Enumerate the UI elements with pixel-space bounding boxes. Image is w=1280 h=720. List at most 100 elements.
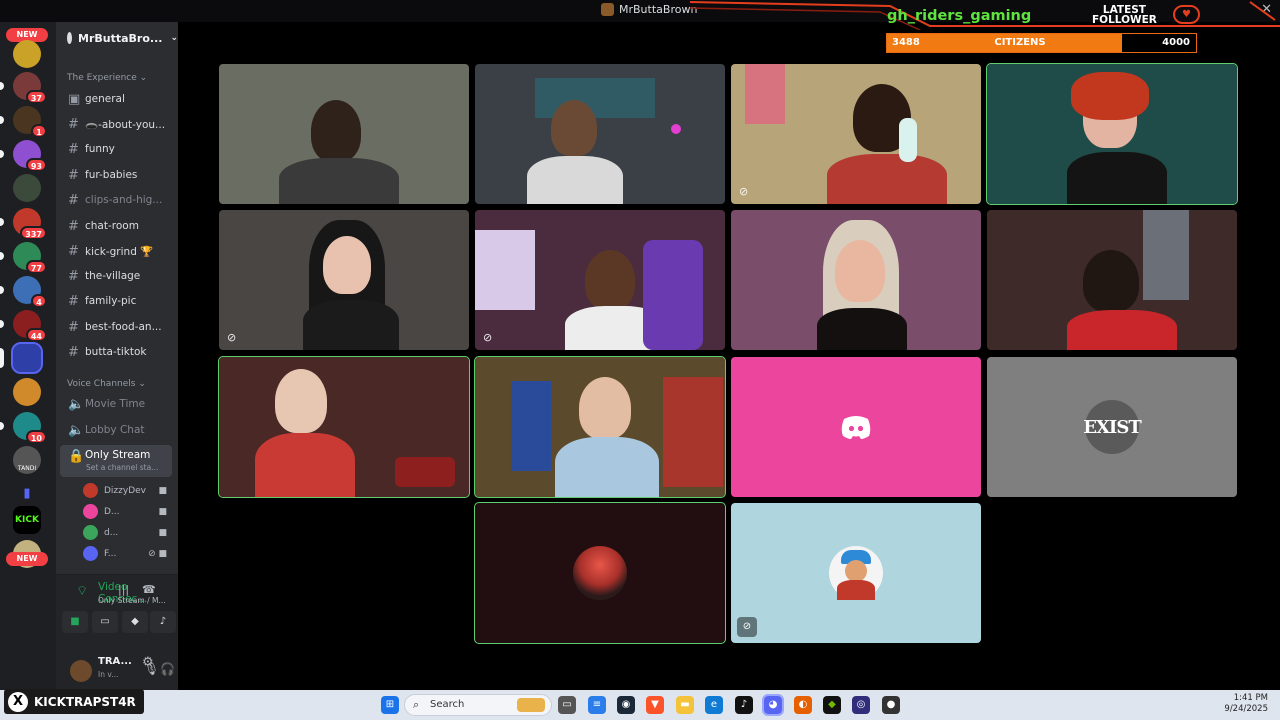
unread-badge: 37	[25, 90, 47, 104]
server-icon[interactable]	[13, 378, 41, 406]
category-label: Voice Channels	[67, 379, 136, 389]
channel-kick-grind[interactable]: # kick-grind 🏆	[60, 240, 172, 262]
avatar[interactable]	[70, 660, 92, 682]
camera-button[interactable]: ■	[62, 611, 88, 633]
server-icon-active[interactable]	[0, 342, 43, 374]
windows-start-icon[interactable]: ⊞	[381, 696, 399, 714]
category-header[interactable]: The Experience ⌄	[67, 73, 147, 83]
server-icon	[601, 3, 614, 16]
discord-taskbar-icon[interactable]: ◕	[762, 694, 784, 716]
video-tile-speaking[interactable]	[474, 356, 726, 498]
channel-the-village[interactable]: # the-village	[60, 265, 172, 287]
video-tile[interactable]	[987, 210, 1237, 350]
video-tile-speaking[interactable]	[218, 356, 470, 498]
video-tile[interactable]: ⊘	[731, 64, 981, 204]
video-tile-no-camera[interactable]	[731, 357, 981, 497]
hash-icon: #	[68, 293, 79, 309]
window-title-text: MrButtaBrown	[619, 3, 698, 16]
speaker-icon: 🔈	[68, 422, 85, 438]
noise-suppression-icon[interactable]: |||	[118, 583, 129, 596]
avatar	[83, 525, 98, 540]
edge-icon[interactable]: e	[705, 696, 723, 714]
category-header[interactable]: Voice Channels ⌄	[67, 379, 146, 389]
voice-channel-lobby-chat[interactable]: 🔈 Lobby Chat	[60, 419, 172, 441]
obs-icon[interactable]: ◎	[852, 696, 870, 714]
channel-fur-babies[interactable]: # fur-babies	[60, 164, 172, 186]
clock-time: 1:41 PM	[1233, 693, 1268, 703]
server-icon[interactable]: 337	[0, 208, 47, 240]
speaker-icon: 🔈	[68, 396, 85, 412]
server-icon[interactable]: 44	[0, 310, 47, 342]
video-tile[interactable]	[475, 64, 725, 204]
screen-share-button[interactable]: ▭	[92, 611, 118, 633]
video-tile[interactable]: ⊘	[475, 210, 725, 350]
server-icon[interactable]	[13, 40, 41, 68]
voice-user[interactable]: DizzyDev ■	[83, 480, 173, 501]
system-clock[interactable]: 1:41 PM 9/24/2025	[1224, 693, 1268, 715]
nvidia-icon[interactable]: ◆	[823, 696, 841, 714]
server-icon[interactable]: 10	[0, 412, 47, 444]
hash-icon: #	[68, 319, 79, 335]
channel-family-pic[interactable]: # family-pic	[60, 290, 172, 312]
app-icon[interactable]: ●	[882, 696, 900, 714]
voice-user[interactable]: D... ■	[83, 501, 173, 522]
channel-best-food[interactable]: # best-food-an...	[60, 316, 172, 338]
server-icon[interactable]	[13, 174, 41, 202]
channel-butta-tiktok[interactable]: # butta-tiktok	[60, 341, 172, 363]
goal-label: CITIZENS	[994, 37, 1046, 48]
server-guide-icon	[67, 32, 73, 44]
channel-about-you[interactable]: # 🕳️-about-you...	[60, 113, 172, 135]
channel-funny[interactable]: # funny	[60, 138, 172, 160]
brave-icon[interactable]: ▼	[646, 696, 664, 714]
voice-user[interactable]: d... ■	[83, 522, 173, 543]
channel-label: Only Stream	[85, 449, 151, 461]
server-icon[interactable]: 77	[0, 242, 47, 274]
video-tile[interactable]	[219, 64, 469, 204]
voice-user[interactable]: F... ⊘ ■	[83, 543, 173, 564]
video-tile-no-camera[interactable]: ⊘	[731, 503, 981, 643]
channel-clips[interactable]: # clips-and-hig...	[60, 189, 172, 211]
avatar	[83, 483, 98, 498]
hash-icon: #	[68, 268, 79, 284]
channel-chat-room[interactable]: # chat-room	[60, 215, 172, 237]
heart-icon: ♥	[1173, 5, 1200, 24]
headphones-icon[interactable]: 🎧	[160, 662, 175, 676]
voice-user-name: F...	[104, 548, 117, 559]
search-box[interactable]: ⌕ Search	[404, 694, 552, 716]
gear-icon[interactable]: ⚙	[142, 655, 154, 670]
server-header[interactable]: MrButtaBro... ⌄	[56, 22, 178, 54]
camera-icon: ■	[158, 485, 167, 496]
folder-icon[interactable]: ▮	[13, 480, 41, 508]
task-view-icon[interactable]: ▭	[558, 696, 576, 714]
channel-status-text[interactable]: Set a channel sta...	[86, 463, 158, 472]
video-tile-speaking[interactable]	[474, 502, 726, 644]
voice-location[interactable]: Only Stream / M...	[98, 596, 166, 605]
signal-icon: ⌔	[76, 584, 89, 599]
soundboard-button[interactable]: ♪	[150, 611, 176, 633]
server-icon[interactable]: 1	[0, 106, 47, 138]
steam-icon[interactable]: ◉	[617, 696, 635, 714]
server-icon[interactable]: 37	[0, 72, 47, 104]
voice-channel-movie-time[interactable]: 🔈 Movie Time	[60, 393, 172, 415]
notepad-icon[interactable]: ≡	[588, 696, 606, 714]
rules-icon: ▣	[68, 91, 81, 107]
server-icon[interactable]: 4	[0, 276, 47, 308]
channel-general[interactable]: ▣ general	[60, 88, 172, 110]
video-tile-speaking[interactable]	[986, 63, 1238, 205]
chevron-down-icon: ⌄	[170, 33, 178, 43]
video-tile-no-camera[interactable]: EXIST	[987, 357, 1237, 497]
channel-label: 🕳️-about-you...	[85, 118, 166, 131]
server-icon-kick[interactable]: KICK	[13, 506, 41, 534]
server-icon-tandi[interactable]: TANDI	[13, 446, 41, 474]
server-icon[interactable]: 93	[0, 140, 47, 172]
latest-follower-name: gh_riders_gaming	[887, 8, 1032, 24]
voice-channel-only-stream[interactable]: 🔒 Only Stream Set a channel sta...	[60, 445, 172, 477]
video-tile[interactable]	[731, 210, 981, 350]
video-tile[interactable]: ⊘	[219, 210, 469, 350]
firefox-icon[interactable]: ◐	[794, 696, 812, 714]
disconnect-icon[interactable]: ☎	[142, 583, 156, 596]
activity-button[interactable]: ◆	[122, 611, 148, 633]
search-highlight-icon	[517, 698, 545, 712]
file-explorer-icon[interactable]: ▬	[676, 696, 694, 714]
tiktok-icon[interactable]: ♪	[735, 696, 753, 714]
